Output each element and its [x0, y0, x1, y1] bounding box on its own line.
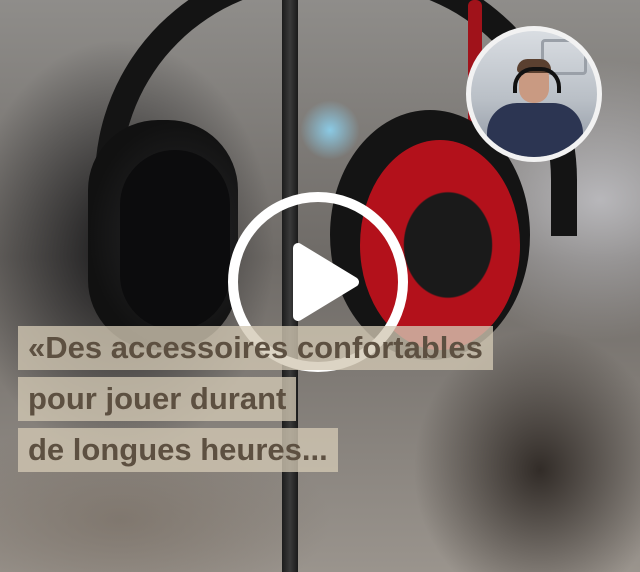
video-player[interactable]: «Des accessoires confortables pour jouer…: [0, 0, 640, 572]
caption-line: pour jouer durant: [18, 377, 297, 421]
caption-line: de longues heures...: [18, 428, 338, 472]
speaker-avatar: [466, 26, 602, 162]
video-caption: «Des accessoires confortables pour jouer…: [18, 326, 493, 479]
caption-line: «Des accessoires confortables: [18, 326, 493, 370]
